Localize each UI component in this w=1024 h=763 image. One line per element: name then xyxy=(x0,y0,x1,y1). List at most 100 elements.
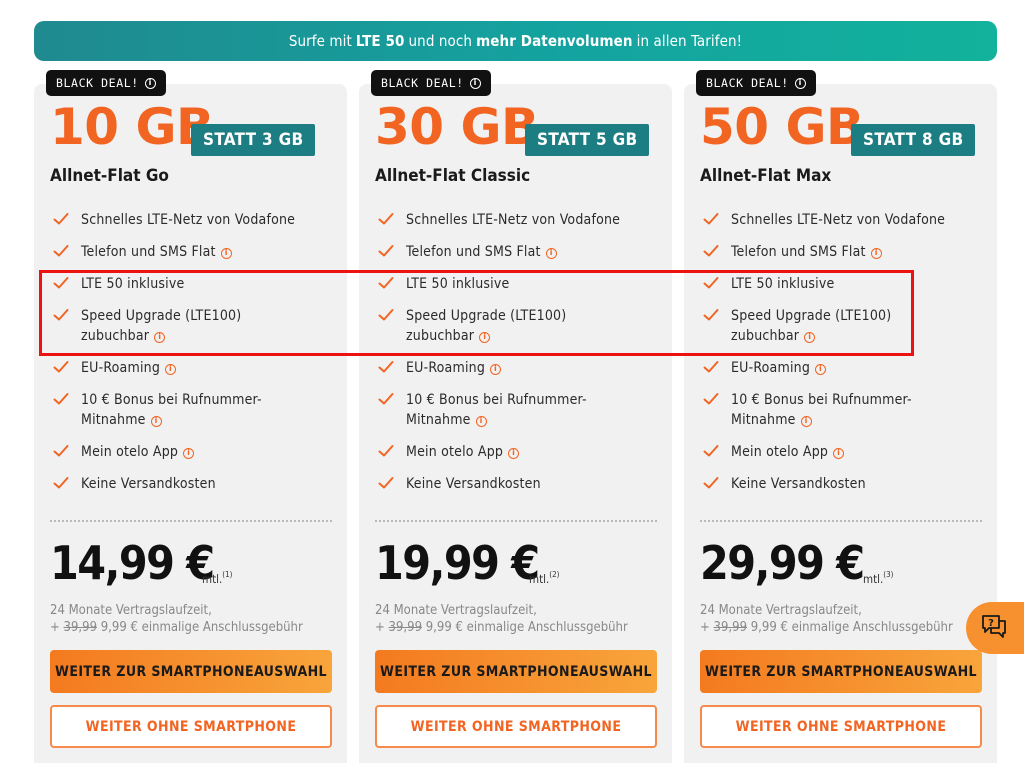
svg-text:?: ? xyxy=(988,618,994,629)
info-icon[interactable]: i xyxy=(490,363,502,375)
price-suffix-text: mtl. xyxy=(529,572,550,586)
feature-text: Telefon und SMS Flat xyxy=(81,244,216,260)
deal-label: BLACK DEAL! xyxy=(706,76,789,90)
feature-item: 10 € Bonus bei Rufnummer- Mitnahme i xyxy=(700,390,990,430)
feature-text: 10 € Bonus bei Rufnummer- xyxy=(81,392,262,408)
feature-item: Speed Upgrade (LTE100) zubuchbar i xyxy=(50,306,340,346)
info-icon[interactable]: i xyxy=(833,447,845,459)
info-icon[interactable]: i xyxy=(165,363,177,375)
feature-item: LTE 50 inklusive xyxy=(50,274,340,294)
feature-item: Schnelles LTE-Netz von Vodafone xyxy=(375,210,665,230)
info-icon: i xyxy=(469,77,481,89)
feature-text-cont: zubuchbar xyxy=(81,328,150,344)
price: 14,99 € xyxy=(50,536,215,590)
plan-name: Allnet-Flat Max xyxy=(700,166,832,186)
info-icon[interactable]: i xyxy=(479,331,491,343)
feature-list: Schnelles LTE-Netz von Vodafone Telefon u… xyxy=(700,210,990,494)
divider xyxy=(50,520,332,522)
banner-text-3: in allen Tarifen! xyxy=(636,32,743,50)
feature-text: Schnelles LTE-Netz von Vodafone xyxy=(406,212,621,228)
fee-text: 9,99 € einmalige Anschlussgebühr xyxy=(750,620,953,635)
feature-text: Mein otelo App xyxy=(406,444,504,460)
feature-text-cont: zubuchbar xyxy=(731,328,800,344)
fee-prefix: + xyxy=(700,620,710,635)
statt-badge: STATT 8 GB xyxy=(851,124,976,156)
feature-text: Speed Upgrade (LTE100) xyxy=(81,308,242,324)
continue-without-smartphone-button[interactable]: WEITER OHNE SMARTPHONE xyxy=(50,705,332,748)
price-suffix: mtl.(2) xyxy=(529,570,560,586)
divider xyxy=(700,520,982,522)
term-text: 24 Monate Vertragslaufzeit, xyxy=(50,603,212,618)
feature-item: Speed Upgrade (LTE100) zubuchbar i xyxy=(700,306,990,346)
fee-struck: 39,99 xyxy=(63,620,98,635)
feature-item: LTE 50 inklusive xyxy=(700,274,990,294)
info-icon[interactable]: i xyxy=(508,447,520,459)
price-suffix: mtl.(3) xyxy=(863,570,894,586)
feature-item: Mein otelo App i xyxy=(375,442,665,462)
info-icon[interactable]: i xyxy=(475,415,487,427)
feature-text: Speed Upgrade (LTE100) xyxy=(406,308,567,324)
continue-to-smartphone-button[interactable]: WEITER ZUR SMARTPHONEAUSWAHL xyxy=(375,650,657,693)
feature-item: Mein otelo App i xyxy=(700,442,990,462)
feature-item: Telefon und SMS Flat i xyxy=(375,242,665,262)
footnote: (3) xyxy=(883,570,894,579)
statt-badge: STATT 5 GB xyxy=(525,124,650,156)
feature-list: Schnelles LTE-Netz von Vodafone Telefon u… xyxy=(375,210,665,494)
banner-bold-1: LTE 50 xyxy=(355,32,405,50)
feature-text: Keine Versandkosten xyxy=(406,476,541,492)
info-icon[interactable]: i xyxy=(800,415,812,427)
contract-terms: 24 Monate Vertragslaufzeit, + 39,99 9,99 … xyxy=(375,602,628,636)
info-icon[interactable]: i xyxy=(154,331,166,343)
continue-without-smartphone-button[interactable]: WEITER OHNE SMARTPHONE xyxy=(375,705,657,748)
feature-item: Keine Versandkosten xyxy=(50,474,340,494)
info-icon[interactable]: i xyxy=(815,363,827,375)
fee-prefix: + xyxy=(50,620,60,635)
plan-card: BLACK DEAL! i 50 GB STATT 8 GB Allnet-Flat M… xyxy=(684,70,997,763)
info-icon[interactable]: i xyxy=(150,415,162,427)
statt-badge: STATT 3 GB xyxy=(191,124,316,156)
feature-text-cont: Mitnahme xyxy=(406,412,471,428)
feature-text: LTE 50 inklusive xyxy=(406,276,510,292)
price: 29,99 € xyxy=(700,536,865,590)
price: 19,99 € xyxy=(375,536,540,590)
feature-item: EU-Roaming i xyxy=(50,358,340,378)
info-icon: i xyxy=(144,77,156,89)
feature-item: EU-Roaming i xyxy=(700,358,990,378)
banner-text-2: und noch xyxy=(408,32,473,50)
contract-terms: 24 Monate Vertragslaufzeit, + 39,99 9,99 … xyxy=(700,602,953,636)
info-icon[interactable]: i xyxy=(220,247,232,259)
term-text: 24 Monate Vertragslaufzeit, xyxy=(375,603,537,618)
footnote: (1) xyxy=(222,570,233,579)
continue-without-smartphone-button[interactable]: WEITER OHNE SMARTPHONE xyxy=(700,705,982,748)
black-deal-badge[interactable]: BLACK DEAL! i xyxy=(696,70,816,96)
info-icon[interactable]: i xyxy=(804,331,816,343)
data-volume: 50 GB xyxy=(700,98,864,156)
continue-to-smartphone-button[interactable]: WEITER ZUR SMARTPHONEAUSWAHL xyxy=(50,650,332,693)
info-icon[interactable]: i xyxy=(870,247,882,259)
data-volume: 10 GB xyxy=(50,98,214,156)
black-deal-badge[interactable]: BLACK DEAL! i xyxy=(46,70,166,96)
feature-text: EU-Roaming xyxy=(81,360,161,376)
continue-to-smartphone-button[interactable]: WEITER ZUR SMARTPHONEAUSWAHL xyxy=(700,650,982,693)
feature-list: Schnelles LTE-Netz von Vodafone Telefon u… xyxy=(50,210,340,494)
feature-item: Schnelles LTE-Netz von Vodafone xyxy=(700,210,990,230)
info-icon[interactable]: i xyxy=(183,447,195,459)
black-deal-badge[interactable]: BLACK DEAL! i xyxy=(371,70,491,96)
price-suffix: mtl.(1) xyxy=(202,570,233,586)
feature-text: Telefon und SMS Flat xyxy=(406,244,541,260)
footnote: (2) xyxy=(549,570,560,579)
feature-item: Keine Versandkosten xyxy=(700,474,990,494)
info-icon[interactable]: i xyxy=(545,247,557,259)
plan-name: Allnet-Flat Classic xyxy=(375,166,531,186)
contract-terms: 24 Monate Vertragslaufzeit, + 39,99 9,99 … xyxy=(50,602,303,636)
feature-item: Mein otelo App i xyxy=(50,442,340,462)
fee-text: 9,99 € einmalige Anschlussgebühr xyxy=(425,620,628,635)
fee-prefix: + xyxy=(375,620,385,635)
chat-button[interactable]: ? xyxy=(966,602,1024,654)
feature-item: LTE 50 inklusive xyxy=(375,274,665,294)
feature-item: Schnelles LTE-Netz von Vodafone xyxy=(50,210,340,230)
feature-text-cont: Mitnahme xyxy=(731,412,796,428)
feature-text: Schnelles LTE-Netz von Vodafone xyxy=(81,212,296,228)
info-icon: i xyxy=(794,77,806,89)
feature-text: Speed Upgrade (LTE100) xyxy=(731,308,892,324)
